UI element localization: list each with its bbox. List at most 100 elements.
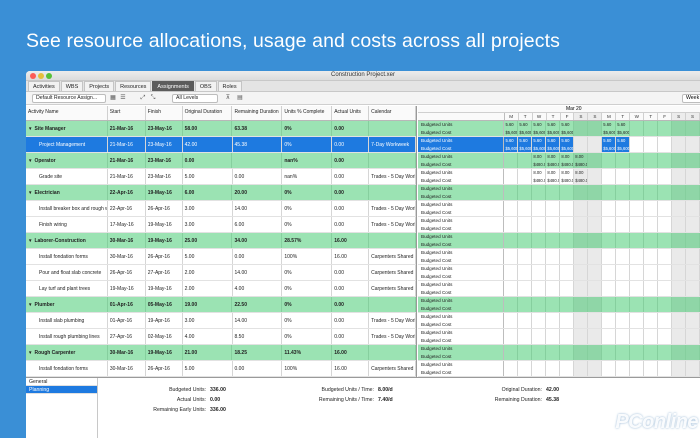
day-header: S xyxy=(574,113,589,120)
usage-cell xyxy=(574,185,589,200)
units-value: 5.60 xyxy=(519,122,528,127)
budgeted-units-label: Budgeted Units xyxy=(421,282,453,287)
filter-icon[interactable]: ⊼ xyxy=(224,95,232,102)
usage-cell xyxy=(532,281,547,296)
usage-cell xyxy=(588,137,603,152)
usage-cell xyxy=(644,329,659,344)
resource-group-row[interactable]: ▼ Electrician 22-Apr-16 19-May-16 6.00 20.00 0… xyxy=(26,185,416,201)
cell-start: 21-Mar-16 xyxy=(108,169,146,184)
column-header[interactable]: Actual Units xyxy=(332,106,370,120)
usage-cell: 5.60 $5,600.00 xyxy=(504,121,519,136)
usage-cell: 5.60 $5,600.00 xyxy=(546,121,561,136)
table-row[interactable]: Install fondation forms 30-Mar-16 26-Apr-1… xyxy=(26,361,416,377)
table-row[interactable]: Lay turf and plant trees 19-May-16 19-May-… xyxy=(26,281,416,297)
chevron-down-icon[interactable]: ▼ xyxy=(28,190,32,195)
cost-value: $480.00 xyxy=(575,177,589,183)
usage-cell xyxy=(560,345,575,360)
usage-row: Budgeted Units Budgeted Cost xyxy=(418,345,700,361)
table-row[interactable]: Project Management 21-Mar-16 23-May-16 42.0… xyxy=(26,137,416,153)
cell-finish: 19-May-16 xyxy=(146,185,183,200)
chevron-down-icon[interactable]: ▼ xyxy=(28,126,32,131)
table-row[interactable]: Finish wiring 17-May-16 19-May-16 3.00 6.00 0… xyxy=(26,217,416,233)
expand-icon[interactable]: ⤢ xyxy=(139,95,147,102)
column-header[interactable]: Activity Name xyxy=(26,106,108,120)
column-header[interactable]: Finish xyxy=(146,106,183,120)
cell-au: 16.00 xyxy=(332,345,370,360)
cell-au: 0.00 xyxy=(332,169,370,184)
usage-cell xyxy=(588,201,603,216)
chevron-down-icon[interactable]: ▼ xyxy=(28,350,32,355)
usage-cell xyxy=(686,345,700,360)
usage-cell xyxy=(672,153,687,168)
details-tab-planning[interactable]: Planning xyxy=(26,386,97,394)
export-icon[interactable]: ▤ xyxy=(236,95,244,102)
usage-cell xyxy=(630,233,645,248)
levels-select[interactable]: All Levels xyxy=(172,94,218,103)
column-header[interactable]: Original Duration xyxy=(183,106,233,120)
table-view-icon[interactable]: ☰ xyxy=(119,95,127,102)
cell-finish: 26-Apr-16 xyxy=(146,201,183,216)
tab-roles[interactable]: Roles xyxy=(217,81,242,91)
cost-value: $480.00 xyxy=(547,177,561,183)
usage-cell xyxy=(574,121,589,136)
day-header: T xyxy=(644,113,659,120)
chevron-down-icon[interactable]: ▼ xyxy=(28,302,32,307)
cost-value: $5,600.00 xyxy=(617,129,631,135)
usage-cell xyxy=(588,313,603,328)
table-row[interactable]: Install breaker box and rough wiring22-A… xyxy=(26,201,416,217)
budgeted-cost-label: Budgeted Cost xyxy=(421,209,452,215)
column-header[interactable]: Start xyxy=(108,106,146,120)
budgeted-cost-label: Budgeted Cost xyxy=(421,369,452,375)
timescale-month-label: Mar 20 xyxy=(566,106,582,112)
resource-group-row[interactable]: ▼ Laborer-Construction 30-Mar-16 19-May-16 2… xyxy=(26,233,416,249)
usage-row-labels: Budgeted Units Budgeted Cost xyxy=(418,345,505,360)
usage-cell: 5.60 $5,600.00 xyxy=(532,121,547,136)
tab-activities[interactable]: Activities xyxy=(28,81,60,91)
tab-obs[interactable]: OBS xyxy=(194,81,217,91)
table-row[interactable]: Install fondation forms 30-Mar-16 26-Apr-1… xyxy=(26,249,416,265)
table-row[interactable]: Install slab plumbing 01-Apr-16 19-Apr-16 3… xyxy=(26,313,416,329)
cell-finish: 23-Mar-16 xyxy=(146,153,183,168)
table-row[interactable]: Install rough plumbing lines 27-Apr-16 02-… xyxy=(26,329,416,345)
budgeted-units-label: Budgeted Units xyxy=(421,122,453,127)
chevron-down-icon[interactable]: ▼ xyxy=(28,238,32,243)
resource-group-row[interactable]: ▼ Rough Carpenter 30-Mar-16 19-May-16 21.00 1… xyxy=(26,345,416,361)
tab-wbs[interactable]: WBS xyxy=(60,81,84,91)
tab-resources[interactable]: Resources xyxy=(115,81,152,91)
tab-assignments[interactable]: Assignments xyxy=(152,81,194,91)
budgeted-units-label: Budgeted Units xyxy=(421,362,453,367)
usage-cell xyxy=(616,361,631,376)
resource-group-row[interactable]: ▼ Plumber 01-Apr-16 05-May-16 19.00 22.50 0% 0.… xyxy=(26,297,416,313)
column-header[interactable]: Units % Complete xyxy=(282,106,333,120)
usage-cell xyxy=(658,153,673,168)
resource-group-row[interactable]: ▼ Site Manager 21-Mar-16 23-May-16 58.00 63.3… xyxy=(26,121,416,137)
grid-view-icon[interactable]: ▦ xyxy=(109,95,117,102)
usage-cell xyxy=(546,201,561,216)
collapse-icon[interactable]: ⤡ xyxy=(149,95,157,102)
usage-cell xyxy=(658,185,673,200)
column-header[interactable]: Calendar xyxy=(369,106,416,120)
usage-cell xyxy=(532,217,547,232)
usage-cell xyxy=(504,329,519,344)
resource-group-row[interactable]: ▼ Operator 21-Mar-16 23-Mar-16 0.00 nan% 0.00 xyxy=(26,153,416,169)
cell-start: 21-Mar-16 xyxy=(108,153,146,168)
table-row[interactable]: Grade site 21-Mar-16 23-Mar-16 5.00 0.00 nan%… xyxy=(26,169,416,185)
chevron-down-icon[interactable]: ▼ xyxy=(28,158,32,163)
column-header[interactable]: Remaining Duration xyxy=(232,106,283,120)
details-tab-general[interactable]: General xyxy=(26,378,97,386)
layout-select[interactable]: Default Resource Assign... xyxy=(32,94,106,103)
day-header: T xyxy=(519,113,533,120)
cell-au: 16.00 xyxy=(332,249,370,264)
usage-row: Budgeted Units Budgeted Cost xyxy=(418,233,700,249)
timescale-select[interactable]: Week xyxy=(682,94,700,103)
table-row[interactable]: Pour and float slab concrete 26-Apr-16 27-… xyxy=(26,265,416,281)
cell-finish: 19-May-16 xyxy=(146,233,183,248)
cell-od: 3.00 xyxy=(183,201,233,216)
cell-name: Pour and float slab concrete xyxy=(26,265,108,280)
tab-projects[interactable]: Projects xyxy=(84,81,115,91)
cell-pct: 0% xyxy=(282,185,333,200)
usage-cell xyxy=(532,297,547,312)
usage-cell: 8.00 $480.00 xyxy=(560,169,575,184)
usage-cell xyxy=(588,361,603,376)
view-tabs: Activities WBS Projects Resources Assignment… xyxy=(26,81,700,92)
